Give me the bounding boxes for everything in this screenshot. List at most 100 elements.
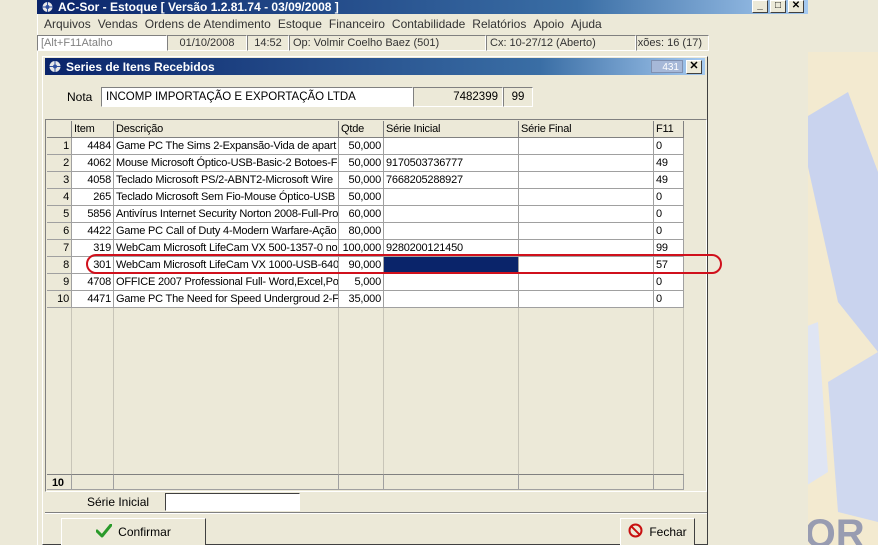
menu-apoio[interactable]: Apoio: [532, 17, 570, 31]
status-time: 14:52: [247, 35, 289, 51]
cell-serie-final[interactable]: [519, 274, 654, 291]
table-row[interactable]: 5 5856 Antivírus Internet Security Norto…: [47, 206, 684, 223]
cell-item[interactable]: 4471: [72, 291, 114, 308]
cell-serie-final[interactable]: [519, 240, 654, 257]
cell-serie-final[interactable]: [519, 223, 654, 240]
cell-f11[interactable]: 0: [654, 206, 684, 223]
cell-qtde[interactable]: 60,000: [339, 206, 384, 223]
cell-descricao[interactable]: Game PC Call of Duty 4-Modern Warfare-Aç…: [114, 223, 339, 240]
cell-descricao[interactable]: Game PC The Need for Speed Undergroud 2-…: [114, 291, 339, 308]
cell-serie-inicial[interactable]: 9170503736777: [384, 155, 519, 172]
cell-f11[interactable]: 0: [654, 189, 684, 206]
menu-contabilidade[interactable]: Contabilidade: [391, 17, 471, 31]
table-row[interactable]: 1 4484 Game PC The Sims 2-Expansão-Vida …: [47, 138, 684, 155]
menu-estoque[interactable]: Estoque: [277, 17, 328, 31]
serie-inicial-input[interactable]: [165, 493, 300, 511]
dialog-title-bar[interactable]: Series de Itens Recebidos 431 ✕: [45, 58, 705, 75]
table-row-selected[interactable]: 8 301 WebCam Microsoft LifeCam VX 1000-U…: [47, 257, 684, 274]
cell-item[interactable]: 319: [72, 240, 114, 257]
table-row[interactable]: 6 4422 Game PC Call of Duty 4-Modern War…: [47, 223, 684, 240]
cell-qtde[interactable]: 35,000: [339, 291, 384, 308]
cell-item[interactable]: 301: [72, 257, 114, 274]
table-row[interactable]: 7 319 WebCam Microsoft LifeCam VX 500-13…: [47, 240, 684, 257]
shortcut-input[interactable]: [Alt+F11Atalho: [37, 35, 167, 51]
cell-qtde[interactable]: 80,000: [339, 223, 384, 240]
col-header-item[interactable]: Item: [72, 121, 114, 138]
cell-item[interactable]: 4484: [72, 138, 114, 155]
cell-item[interactable]: 4058: [72, 172, 114, 189]
cell-descricao[interactable]: WebCam Microsoft LifeCam VX 500-1357-0 n…: [114, 240, 339, 257]
minimize-button[interactable]: _: [752, 0, 768, 13]
cell-serie-inicial[interactable]: [384, 274, 519, 291]
cell-item[interactable]: 265: [72, 189, 114, 206]
cell-qtde[interactable]: 90,000: [339, 257, 384, 274]
cell-descricao[interactable]: WebCam Microsoft LifeCam VX 1000-USB-640: [114, 257, 339, 274]
cell-descricao[interactable]: Teclado Microsoft PS/2-ABNT2-Microsoft W…: [114, 172, 339, 189]
cell-qtde[interactable]: 50,000: [339, 138, 384, 155]
cell-serie-final[interactable]: [519, 138, 654, 155]
status-bar: [Alt+F11Atalho 01/10/2008 14:52 Op: Volm…: [37, 35, 709, 52]
cell-serie-inicial[interactable]: [384, 138, 519, 155]
menu-financeiro[interactable]: Financeiro: [328, 17, 391, 31]
menu-relatorios[interactable]: Relatórios: [471, 17, 532, 31]
cell-qtde[interactable]: 50,000: [339, 189, 384, 206]
cell-serie-inicial[interactable]: [384, 291, 519, 308]
cell-f11[interactable]: 0: [654, 223, 684, 240]
cell-qtde[interactable]: 100,000: [339, 240, 384, 257]
table-row[interactable]: 3 4058 Teclado Microsoft PS/2-ABNT2-Micr…: [47, 172, 684, 189]
cell-qtde[interactable]: 5,000: [339, 274, 384, 291]
table-row[interactable]: 10 4471 Game PC The Need for Speed Under…: [47, 291, 684, 308]
cell-f11[interactable]: 99: [654, 240, 684, 257]
close-window-button[interactable]: ✕: [788, 0, 804, 13]
cell-f11[interactable]: 49: [654, 155, 684, 172]
col-header-serie-inicial[interactable]: Série Inicial: [384, 121, 519, 138]
cell-serie-final[interactable]: [519, 155, 654, 172]
cell-f11[interactable]: 49: [654, 172, 684, 189]
cell-serie-inicial[interactable]: 9280200121450: [384, 240, 519, 257]
cell-serie-inicial-selected[interactable]: [384, 257, 519, 274]
cell-serie-final[interactable]: [519, 172, 654, 189]
items-grid[interactable]: Item Descrição Qtde Série Inicial Série …: [45, 119, 707, 492]
main-title-bar[interactable]: AC-Sor - Estoque [ Versão 1.2.81.74 - 03…: [37, 0, 808, 14]
footer-cell: [384, 474, 519, 490]
cell-serie-inicial[interactable]: [384, 206, 519, 223]
col-header-serie-final[interactable]: Série Final: [519, 121, 654, 138]
cell-f11[interactable]: 0: [654, 274, 684, 291]
cell-f11[interactable]: 57: [654, 257, 684, 274]
menu-ajuda[interactable]: Ajuda: [570, 17, 608, 31]
confirm-button[interactable]: Confirmar: [61, 518, 206, 545]
cell-serie-inicial[interactable]: [384, 189, 519, 206]
col-header-qtde[interactable]: Qtde: [339, 121, 384, 138]
maximize-button[interactable]: □: [770, 0, 786, 13]
cell-serie-inicial[interactable]: 7668205288927: [384, 172, 519, 189]
cell-item[interactable]: 4708: [72, 274, 114, 291]
menu-vendas[interactable]: Vendas: [97, 17, 144, 31]
cell-serie-final[interactable]: [519, 189, 654, 206]
col-header-f11[interactable]: F11: [654, 121, 684, 138]
close-button[interactable]: Fechar: [620, 518, 695, 545]
cell-descricao[interactable]: Antivírus Internet Security Norton 2008-…: [114, 206, 339, 223]
cell-qtde[interactable]: 50,000: [339, 172, 384, 189]
cell-serie-final[interactable]: [519, 257, 654, 274]
cell-serie-final[interactable]: [519, 291, 654, 308]
col-header-descricao[interactable]: Descrição: [114, 121, 339, 138]
nota-label: Nota: [67, 90, 93, 104]
cell-f11[interactable]: 0: [654, 138, 684, 155]
table-row[interactable]: 9 4708 OFFICE 2007 Professional Full- Wo…: [47, 274, 684, 291]
dialog-close-button[interactable]: ✕: [686, 60, 702, 74]
cell-descricao[interactable]: OFFICE 2007 Professional Full- Word,Exce…: [114, 274, 339, 291]
menu-ordens-de-atendimento[interactable]: Ordens de Atendimento: [144, 17, 277, 31]
cell-descricao[interactable]: Game PC The Sims 2-Expansão-Vida de apar…: [114, 138, 339, 155]
cell-descricao[interactable]: Mouse Microsoft Óptico-USB-Basic-2 Botoe…: [114, 155, 339, 172]
cell-qtde[interactable]: 50,000: [339, 155, 384, 172]
cell-item[interactable]: 4422: [72, 223, 114, 240]
cell-item[interactable]: 4062: [72, 155, 114, 172]
cell-descricao[interactable]: Teclado Microsoft Sem Fio-Mouse Óptico-U…: [114, 189, 339, 206]
table-row[interactable]: 2 4062 Mouse Microsoft Óptico-USB-Basic-…: [47, 155, 684, 172]
cell-serie-inicial[interactable]: [384, 223, 519, 240]
cell-f11[interactable]: 0: [654, 291, 684, 308]
menu-arquivos[interactable]: Arquivos: [43, 17, 97, 31]
cell-serie-final[interactable]: [519, 206, 654, 223]
table-row[interactable]: 4 265 Teclado Microsoft Sem Fio-Mouse Óp…: [47, 189, 684, 206]
cell-item[interactable]: 5856: [72, 206, 114, 223]
